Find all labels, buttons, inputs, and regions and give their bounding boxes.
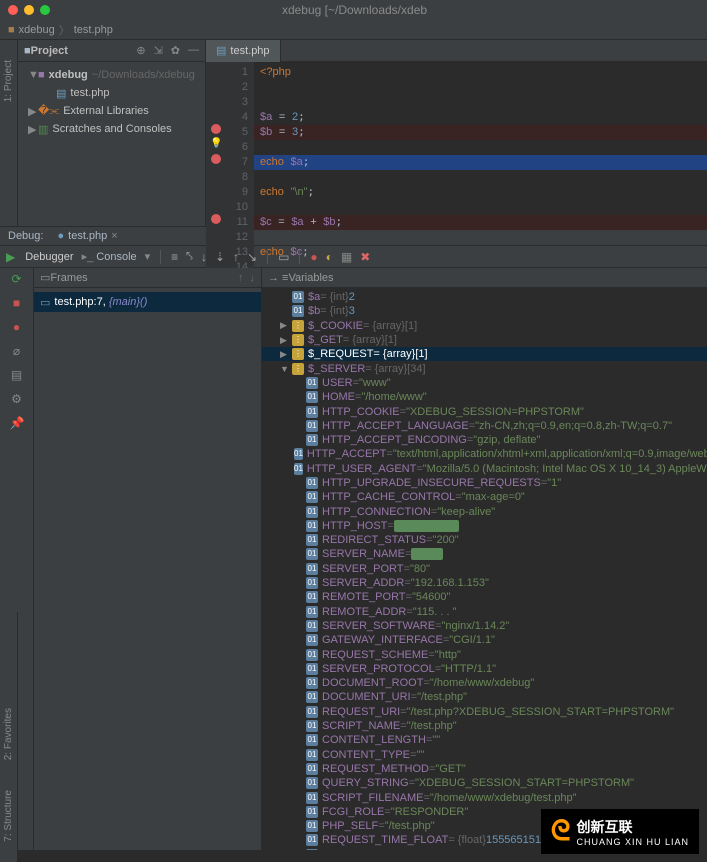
variable-row[interactable]: 01REQUEST_METHOD = "GET" — [262, 762, 707, 776]
variable-row[interactable]: 01REMOTE_ADDR = "115. . . " — [262, 605, 707, 619]
tree-root[interactable]: ▼■ xdebug ~/Downloads/xdebug — [18, 66, 205, 84]
rerun-icon[interactable]: ⟳ — [10, 272, 24, 286]
tree-external[interactable]: ▶�⫘ External Libraries — [18, 102, 205, 120]
variable-row[interactable]: 01$b = {int} 3 — [262, 304, 707, 318]
variable-row[interactable]: 01HTTP_CONNECTION = "keep-alive" — [262, 504, 707, 518]
tree-file[interactable]: ▤ test.php — [18, 84, 205, 102]
variable-row[interactable]: 01SERVER_ADDR = "192.168.1.153" — [262, 576, 707, 590]
variable-row[interactable]: 01HTTP_USER_AGENT = "Mozilla/5.0 (Macint… — [262, 462, 707, 476]
variables-panel: → ≡ Variables 01$a = {int} 201$b = {int}… — [262, 268, 707, 850]
variable-row[interactable]: 01GATEWAY_INTERFACE = "CGI/1.1" — [262, 633, 707, 647]
breadcrumb: ■ xdebug 〉 test.php — [0, 20, 707, 40]
view-bp-icon[interactable]: ◐ — [326, 250, 333, 264]
tree-scratches[interactable]: ▶▥ Scratches and Consoles — [18, 120, 205, 138]
debugger-tab[interactable]: Debugger — [25, 251, 73, 263]
layout-icon[interactable]: ▤ — [10, 368, 24, 382]
variable-row[interactable]: 01CONTENT_TYPE = "" — [262, 748, 707, 762]
favorites-tool-button[interactable]: 2: Favorites — [3, 708, 14, 760]
variable-row[interactable]: 01SERVER_PROTOCOL = "HTTP/1.1" — [262, 662, 707, 676]
variable-row[interactable]: ▶⋮$_COOKIE = {array} [1] — [262, 319, 707, 333]
variable-row[interactable]: 01$a = {int} 2 — [262, 290, 707, 304]
variable-row[interactable]: ▶⋮$_GET = {array} [1] — [262, 333, 707, 347]
editor-tab[interactable]: ▤ test.php — [206, 40, 281, 62]
variable-row[interactable]: 01USER = "www" — [262, 376, 707, 390]
close-icon[interactable]: × — [111, 230, 117, 242]
variable-row[interactable]: 01SCRIPT_FILENAME = "/home/www/xdebug/te… — [262, 790, 707, 804]
prev-frame-icon[interactable]: ↑ — [238, 272, 244, 284]
variable-row[interactable]: ▼⋮$_SERVER = {array} [34] — [262, 361, 707, 375]
breadcrumb-file[interactable]: test.php — [74, 24, 113, 36]
step-out-icon[interactable]: ↑ — [233, 250, 239, 264]
step-over-icon[interactable]: ⤣ — [186, 249, 193, 264]
show-exec-icon[interactable]: ≡ — [171, 250, 178, 264]
variable-row[interactable]: 01QUERY_STRING = "XDEBUG_SESSION_START=P… — [262, 776, 707, 790]
frames-panel: ▭ Frames ↑ ↓ ▭ test.php:7, {main}() — [34, 268, 262, 850]
line-gutter[interactable]: 1234567891011121314 — [228, 62, 254, 275]
collapse-icon[interactable]: ⇲ — [154, 44, 163, 57]
variable-row[interactable]: 01CONTENT_LENGTH = "" — [262, 733, 707, 747]
variable-row[interactable]: 01DOCUMENT_ROOT = "/home/www/xdebug" — [262, 676, 707, 690]
console-tab[interactable]: ▸_ Console — [82, 250, 137, 263]
code-area[interactable]: <?php$a = 2;$b = 3;echo $a;echo "\n";$c … — [254, 62, 707, 275]
evaluate-icon[interactable]: ▭ — [278, 250, 289, 264]
project-panel: ■ Project ⊕ ⇲ ✿ — ▼■ xdebug ~/Downloads/… — [18, 40, 206, 226]
variable-row[interactable]: 01HTTP_ACCEPT_ENCODING = "gzip, deflate" — [262, 433, 707, 447]
project-label[interactable]: Project — [31, 45, 137, 57]
variable-row[interactable]: 01HTTP_ACCEPT_LANGUAGE = "zh-CN,zh;q=0.9… — [262, 419, 707, 433]
window-titlebar: xdebug [~/Downloads/xdeb — [0, 0, 707, 20]
run-to-cursor-icon[interactable]: ↘ — [247, 250, 257, 264]
variable-row[interactable]: 01HTTP_UPGRADE_INSECURE_REQUESTS = "1" — [262, 476, 707, 490]
frame-row[interactable]: ▭ test.php:7, {main}() — [34, 292, 261, 312]
settings2-icon[interactable]: ⚙ — [10, 392, 24, 406]
variable-row[interactable]: 01SERVER_NAME = ████ — [262, 547, 707, 561]
pin2-icon[interactable]: 📌 — [10, 416, 24, 430]
variable-row[interactable]: 01REDIRECT_STATUS = "200" — [262, 533, 707, 547]
target-icon[interactable]: ⊕ — [136, 44, 145, 57]
variable-row[interactable]: 01HTTP_COOKIE = "XDEBUG_SESSION=PHPSTORM… — [262, 404, 707, 418]
variable-row[interactable]: 01REMOTE_PORT = "54600" — [262, 590, 707, 604]
mute-bp-icon[interactable]: ● — [310, 250, 317, 264]
variable-row[interactable]: 01REQUEST_URI = "/test.php?XDEBUG_SESSIO… — [262, 705, 707, 719]
next-frame-icon[interactable]: ↓ — [250, 272, 256, 284]
variable-row[interactable]: 01SCRIPT_NAME = "/test.php" — [262, 719, 707, 733]
variable-row[interactable]: ▶⋮$_REQUEST = {array} [1] — [262, 347, 707, 361]
mute-icon[interactable]: ⌀ — [10, 344, 24, 358]
resume-icon[interactable]: ▶ — [6, 250, 15, 264]
force-step-icon[interactable]: ⇣ — [215, 250, 225, 264]
breadcrumb-root[interactable]: xdebug — [19, 24, 55, 36]
variable-row[interactable]: 01DOCUMENT_URI = "/test.php" — [262, 690, 707, 704]
step-into-icon[interactable]: ↓ — [201, 250, 207, 264]
left-tool-stripe: 1: Project — [0, 40, 18, 226]
variable-row[interactable]: 01HOME = "/home/www" — [262, 390, 707, 404]
editor: ▤ test.php 💡 1234567891011121314 <?php$a… — [206, 40, 707, 226]
variable-row[interactable]: 01HTTP_ACCEPT = "text/html,application/x… — [262, 447, 707, 461]
variable-row[interactable]: 01REQUEST_SCHEME = "http" — [262, 647, 707, 661]
watermark-logo: ᘓ 创新互联 CHUANG XIN HU LIAN — [541, 809, 699, 854]
bp-icon[interactable]: ● — [10, 320, 24, 334]
hide-icon[interactable]: — — [188, 44, 199, 57]
structure-tool-button[interactable]: 7: Structure — [3, 790, 14, 842]
variable-row[interactable]: 01SERVER_PORT = "80" — [262, 562, 707, 576]
settings-icon[interactable]: ▦ — [341, 250, 352, 264]
variable-row[interactable]: 01HTTP_HOST = ██████:██ — [262, 519, 707, 533]
gear-icon[interactable]: ✿ — [171, 44, 180, 57]
variable-row[interactable]: 01HTTP_CACHE_CONTROL = "max-age=0" — [262, 490, 707, 504]
window-title: xdebug [~/Downloads/xdeb — [10, 3, 699, 17]
variable-row[interactable]: 01SERVER_SOFTWARE = "nginx/1.14.2" — [262, 619, 707, 633]
project-tool-button[interactable]: 1: Project — [3, 60, 14, 102]
stop-icon[interactable]: ■ — [10, 296, 24, 310]
pin-icon[interactable]: ✖ — [360, 250, 370, 264]
debug-session-tab[interactable]: ● test.php × — [57, 230, 117, 242]
